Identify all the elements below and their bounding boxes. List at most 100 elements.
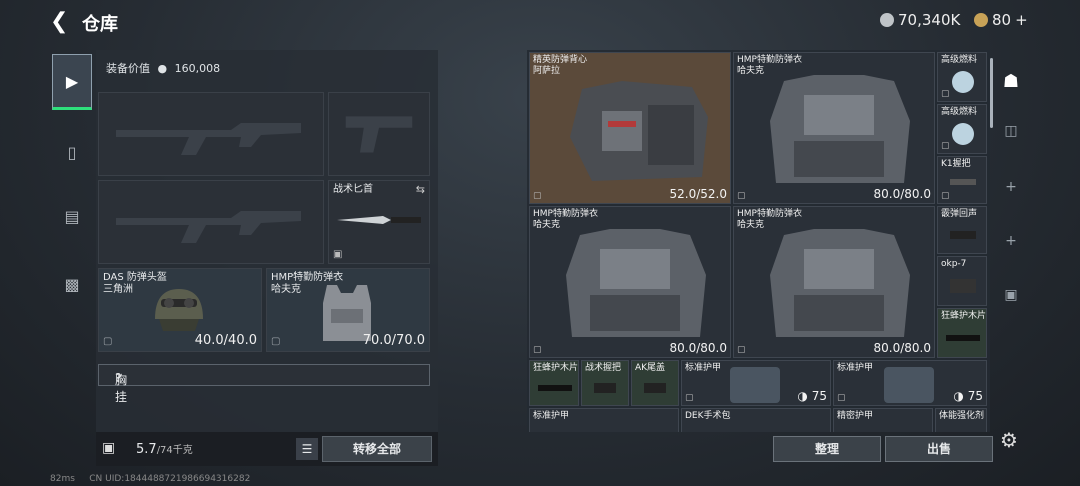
- stash-side-tabs: ☗ ◫ + + ▣: [994, 50, 1028, 330]
- item-name: 标准护甲: [685, 363, 722, 373]
- item-name: HMP特勤防弹衣: [737, 209, 802, 219]
- muzzle-icon: [950, 231, 976, 239]
- premium-coin-icon: [974, 13, 988, 27]
- equip-value-label: 装备价值: [106, 62, 150, 75]
- tab-stash-main[interactable]: ☗: [994, 64, 1028, 98]
- item-name: 高级燃料: [941, 107, 978, 117]
- helmet-durability: 40.0/40.0: [194, 333, 257, 348]
- tab-add[interactable]: +: [994, 170, 1028, 204]
- armor-kit-icon: [884, 367, 934, 403]
- hmp-vest-icon: [770, 229, 910, 337]
- premium-amount: 80: [992, 11, 1012, 29]
- loadout-panel: 装备价值 ● 160,008 战术匕首 ⇆ ▣ DAS 防弹头盔 三角洲 ▢ 4…: [96, 50, 438, 466]
- left-bottom-bar: ▣ 5.7/74千克 ☰ 转移全部: [96, 432, 438, 466]
- sort-button[interactable]: 整理: [773, 436, 881, 462]
- backpack-icon: ▤: [64, 206, 80, 226]
- status-bar: 82ms CN UID:1844488721986694316282: [50, 474, 250, 484]
- secondary-weapon-slot[interactable]: [98, 180, 324, 264]
- armor-value: ◑ 75: [797, 389, 827, 403]
- durability-icon: ▢: [737, 191, 746, 201]
- durability-icon: ▢: [737, 345, 746, 355]
- rifle-silhouette-icon: [116, 211, 301, 243]
- tab-backpack[interactable]: ▤: [52, 188, 92, 244]
- stash-item[interactable]: AK尾盖: [631, 360, 679, 406]
- stash-item[interactable]: 精英防弹背心 阿萨拉 ▢ 52.0/52.0: [529, 52, 731, 204]
- fuel-can-icon: [952, 71, 974, 93]
- item-name: 霰弹回声: [941, 209, 978, 219]
- help-icon[interactable]: ?: [115, 371, 121, 385]
- transfer-all-button[interactable]: 转移全部: [322, 436, 432, 462]
- stash-item[interactable]: HMP特勤防弹衣 哈夫克 ▢ 80.0/80.0: [529, 206, 731, 358]
- back-arrow-icon[interactable]: ❮: [50, 10, 74, 34]
- item-name: 标准护甲: [533, 411, 570, 421]
- item-name: HMP特勤防弹衣: [737, 55, 802, 65]
- item-durability: 80.0/80.0: [873, 187, 931, 201]
- item-name: 狂蜂护木片: [533, 363, 579, 373]
- stash-item[interactable]: 高级燃料 ▢: [937, 52, 987, 102]
- stash-item[interactable]: 霰弹回声: [937, 206, 987, 254]
- loadout-side-tabs: ▶ ▯ ▤ ▩: [52, 50, 92, 320]
- stash-item[interactable]: 狂蜂护木片: [937, 308, 987, 358]
- pistol-slot[interactable]: [328, 92, 430, 176]
- lock-icon: ▣: [1004, 287, 1018, 303]
- list-icon: ☰: [301, 442, 313, 456]
- stash-item[interactable]: K1握把 ▢: [937, 156, 987, 204]
- item-name: 狂蜂护木片: [941, 311, 987, 321]
- tab-stash-special[interactable]: ◫: [994, 114, 1028, 148]
- durability-icon: ▢: [533, 191, 542, 201]
- stash-item[interactable]: HMP特勤防弹衣 哈夫克 ▢ 80.0/80.0: [733, 52, 935, 204]
- chest-rig-slot[interactable]: 胸挂 ?: [98, 364, 430, 404]
- rifle-silhouette-icon: [116, 123, 301, 155]
- fuel-can-icon: [952, 123, 974, 145]
- stash-scrollbar[interactable]: [990, 58, 993, 128]
- vest-durability: 70.0/70.0: [362, 333, 425, 348]
- stash-item[interactable]: 标准护甲 ▢ ◑ 75: [833, 360, 987, 406]
- item-durability: 80.0/80.0: [669, 341, 727, 355]
- weight-max: /74千克: [156, 445, 193, 456]
- sell-button[interactable]: 出售: [885, 436, 993, 462]
- gear-icon[interactable]: ⚙: [1000, 428, 1018, 452]
- tab-armor[interactable]: ▯: [52, 124, 92, 180]
- stash-home-icon: ☗: [1002, 70, 1020, 92]
- armor-value: ◑ 75: [953, 389, 983, 403]
- currency-premium[interactable]: 80 +: [974, 11, 1028, 29]
- stash-grid: 精英防弹背心 阿萨拉 ▢ 52.0/52.0 HMP特勤防弹衣 哈夫克 ▢ 80…: [527, 50, 990, 432]
- equip-value-amount: 160,008: [174, 62, 221, 75]
- list-view-button[interactable]: ☰: [296, 438, 318, 460]
- stash-item[interactable]: 战术握把: [581, 360, 629, 406]
- weight-display: 5.7/74千克: [136, 441, 193, 457]
- durability-icon: ▢: [941, 141, 950, 151]
- durability-icon: ▢: [533, 345, 542, 355]
- vest-slot[interactable]: HMP特勤防弹衣 哈夫克 ▢ 70.0/70.0: [266, 268, 430, 352]
- tab-case[interactable]: ▩: [52, 256, 92, 312]
- case-icon: ▩: [64, 274, 80, 294]
- add-currency-icon[interactable]: +: [1015, 11, 1028, 29]
- tab-locked[interactable]: ▣: [994, 278, 1028, 312]
- primary-weapon-slot[interactable]: [98, 92, 324, 176]
- user-uid: CN UID:1844488721986694316282: [89, 474, 251, 484]
- pistol-icon: ▶: [65, 71, 79, 91]
- armor-kit-icon: [730, 367, 780, 403]
- durability-icon: ▢: [941, 89, 950, 99]
- swap-icon[interactable]: ⇆: [416, 183, 425, 196]
- item-name: okp-7: [941, 259, 967, 269]
- stash-item[interactable]: 体能强化剂: [935, 408, 987, 432]
- stash-item[interactable]: 标准护甲 ▢ ◑ 75: [681, 360, 831, 406]
- stash-item[interactable]: HMP特勤防弹衣 哈夫克 ▢ 80.0/80.0: [733, 206, 935, 358]
- tab-weapons[interactable]: ▶: [52, 54, 92, 110]
- plus-icon: +: [1005, 179, 1017, 195]
- item-name: 体能强化剂: [939, 411, 985, 421]
- stash-item[interactable]: 狂蜂护木片: [529, 360, 579, 406]
- knife-slot[interactable]: 战术匕首 ⇆ ▣: [328, 180, 430, 264]
- durability-icon: ▢: [685, 393, 694, 403]
- sight-icon: [950, 279, 976, 293]
- helmet-slot[interactable]: DAS 防弹头盔 三角洲 ▢ 40.0/40.0: [98, 268, 262, 352]
- item-name: 精密护甲: [837, 411, 874, 421]
- tab-add-locked[interactable]: +: [994, 224, 1028, 258]
- stash-item[interactable]: 标准护甲: [529, 408, 679, 432]
- item-name: 标准护甲: [837, 363, 874, 373]
- stash-item[interactable]: 精密护甲: [833, 408, 933, 432]
- stash-item[interactable]: okp-7: [937, 256, 987, 306]
- stash-item[interactable]: DEK手术包: [681, 408, 831, 432]
- stash-item[interactable]: 高级燃料 ▢: [937, 104, 987, 154]
